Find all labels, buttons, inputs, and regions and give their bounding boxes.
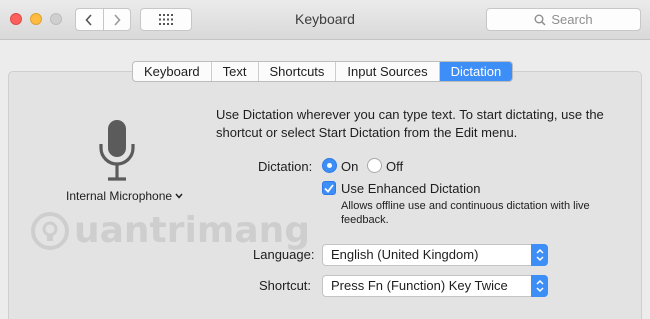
language-select[interactable]: English (United Kingdom) xyxy=(322,244,548,266)
updown-arrows-icon xyxy=(535,248,544,262)
search-field[interactable]: Search xyxy=(486,8,641,31)
checkmark-icon xyxy=(324,183,334,193)
dictation-label: Dictation: xyxy=(258,159,313,174)
close-window-button[interactable] xyxy=(10,13,22,25)
dictation-description: Use Dictation wherever you can type text… xyxy=(216,107,604,140)
chevron-left-icon xyxy=(85,13,92,26)
updown-arrows-icon xyxy=(535,279,544,293)
watermark-text: uantrimang xyxy=(74,210,311,251)
language-label: Language: xyxy=(253,247,315,262)
shortcut-label: Shortcut: xyxy=(259,278,312,293)
chevron-down-icon xyxy=(175,193,183,199)
dictation-off-label[interactable]: Off xyxy=(386,159,403,174)
shortcut-select[interactable]: Press Fn (Function) Key Twice xyxy=(322,275,548,297)
tab-bar: Keyboard Text Shortcuts Input Sources Di… xyxy=(132,61,514,82)
microphone-source-label: Internal Microphone xyxy=(66,189,173,203)
dictation-off-radio[interactable] xyxy=(367,158,382,173)
forward-button[interactable] xyxy=(102,9,131,30)
enhanced-dictation-checkbox[interactable] xyxy=(322,181,336,195)
chevron-right-icon xyxy=(114,13,121,26)
back-button[interactable] xyxy=(76,9,103,30)
enhanced-dictation-label[interactable]: Use Enhanced Dictation xyxy=(341,181,480,196)
tab-input-sources[interactable]: Input Sources xyxy=(336,62,440,81)
tab-text[interactable]: Text xyxy=(212,62,259,81)
shortcut-stepper xyxy=(531,275,548,297)
title-bar: Keyboard Search xyxy=(0,0,650,40)
microphone-source-selector[interactable]: Internal Microphone xyxy=(66,189,183,203)
tab-keyboard[interactable]: Keyboard xyxy=(133,62,212,81)
search-placeholder: Search xyxy=(551,12,593,27)
window-title: Keyboard xyxy=(295,11,355,27)
navigation-buttons xyxy=(75,8,131,31)
dictation-on-radio[interactable] xyxy=(322,158,337,173)
minimize-window-button[interactable] xyxy=(30,13,42,25)
shortcut-value: Press Fn (Function) Key Twice xyxy=(331,278,508,293)
enhanced-dictation-note: Allows offline use and continuous dictat… xyxy=(341,200,590,226)
zoom-window-button[interactable] xyxy=(50,13,62,25)
tab-shortcuts[interactable]: Shortcuts xyxy=(259,62,337,81)
watermark: uantrimang xyxy=(30,210,310,251)
microphone-icon xyxy=(99,120,135,181)
show-all-button[interactable] xyxy=(140,8,192,31)
tab-dictation[interactable]: Dictation xyxy=(439,62,513,81)
dictation-on-label[interactable]: On xyxy=(341,159,358,174)
search-icon xyxy=(534,14,546,26)
language-stepper xyxy=(531,244,548,266)
language-value: English (United Kingdom) xyxy=(331,247,479,262)
grid-icon xyxy=(159,14,173,25)
lightbulb-icon xyxy=(31,211,69,250)
